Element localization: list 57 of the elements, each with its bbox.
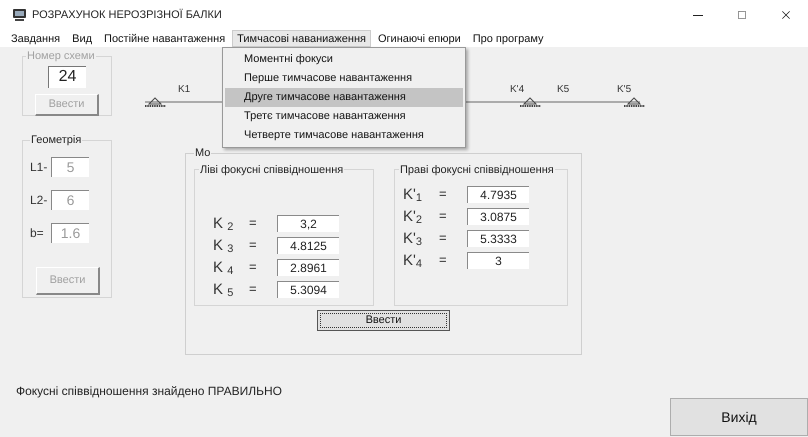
value-field[interactable]: 5.3094	[277, 280, 339, 298]
support-icon	[520, 97, 541, 107]
dropdown-item[interactable]: Перше тимчасове навантаження	[225, 69, 463, 88]
group-title: Праві фокусні співвідношення	[399, 162, 555, 178]
value-field[interactable]: 3	[467, 252, 529, 268]
equals-sign: =	[249, 280, 258, 298]
ratio-label: K $_{4}$	[213, 260, 234, 274]
value-field[interactable]: 3.0875	[467, 208, 529, 224]
value-field[interactable]: 5.3333	[467, 230, 529, 246]
ratio-label: K $_{2}$	[213, 216, 234, 230]
equals-sign: =	[249, 236, 258, 254]
dropdown-item[interactable]: Друге тимчасове навантаження	[225, 88, 463, 107]
menu-item[interactable]: Тимчасові наваниаження	[232, 30, 371, 47]
exit-button[interactable]: Вихід	[670, 398, 808, 436]
value-field[interactable]: 4.8125	[277, 236, 339, 254]
group-title: Геометрія	[30, 133, 82, 148]
menu-item[interactable]: Про програму	[468, 30, 549, 47]
menu-item[interactable]: Постійне навантаження	[99, 30, 230, 47]
ratio-label: K'$_{3}$	[403, 230, 423, 246]
group-title: Мо	[194, 146, 212, 161]
ratio-label: K'$_{4}$	[403, 252, 423, 268]
support-icon	[624, 97, 645, 107]
support-icon	[145, 97, 166, 107]
beam-label: K'5	[617, 84, 632, 95]
dropdown-item[interactable]: Четверте тимчасове навантаження	[225, 126, 463, 145]
ratio-label: K'$_{2}$	[403, 208, 423, 224]
group-title: Номер схеми	[26, 49, 96, 64]
equals-sign: =	[439, 251, 448, 270]
beam-label: K1	[178, 84, 190, 95]
beam-label: K5	[557, 84, 570, 95]
equals-sign: =	[439, 185, 448, 204]
equals-sign: =	[249, 214, 258, 232]
beam-label: K'4	[510, 84, 524, 95]
ratio-label: K $_{3}$	[213, 238, 234, 252]
window-title: РОЗРАХУНОК НЕРОЗРІЗНОЇ БАЛКИ	[32, 8, 222, 23]
minimize-icon	[693, 14, 703, 16]
status-message: Фокусні співвідношення знайдено ПРАВИЛЬНО	[16, 384, 283, 398]
equals-sign: =	[439, 207, 448, 226]
ratio-label: K $_{5}$	[213, 282, 234, 296]
value-field[interactable]: 2.8961	[277, 258, 339, 276]
menu-item[interactable]: Огинаючі епюри	[372, 30, 466, 47]
field-label: L2-	[30, 192, 48, 208]
menu-item[interactable]: Вид	[67, 30, 98, 47]
computer-icon	[12, 8, 27, 22]
dropdown-item[interactable]: Третє тимчасове навантаження	[225, 107, 463, 126]
maximize-icon	[737, 10, 747, 20]
ratio-label: K'$_{1}$	[403, 186, 423, 202]
dropdown-item[interactable]: Моментні фокуси	[225, 50, 463, 69]
value-field[interactable]: 3,2	[277, 214, 339, 232]
group-title: Ліві фокусні співвідношення	[199, 162, 344, 178]
enter-button[interactable]: Ввести	[317, 310, 450, 330]
value-field[interactable]: 4.7935	[467, 186, 529, 202]
menu-item[interactable]: Завдання	[6, 30, 66, 47]
field-label: L1-	[30, 158, 48, 176]
equals-sign: =	[439, 229, 448, 248]
field-label: b=	[30, 224, 45, 242]
equals-sign: =	[249, 258, 258, 276]
